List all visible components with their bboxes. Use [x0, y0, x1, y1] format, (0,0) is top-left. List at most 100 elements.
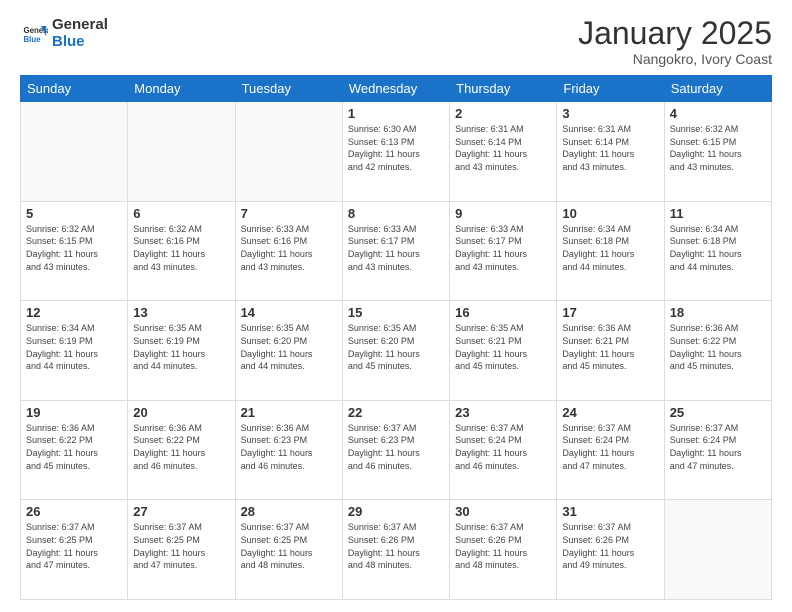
day-info: Sunrise: 6:36 AM Sunset: 6:21 PM Dayligh… [562, 322, 658, 372]
calendar-cell: 31Sunrise: 6:37 AM Sunset: 6:26 PM Dayli… [557, 500, 664, 600]
calendar-cell: 15 Sunrise: 6:35 AM Sunset: 6:20 PM Dayli… [342, 301, 449, 401]
calendar-cell: 18 Sunrise: 6:36 AM Sunset: 6:22 PM Dayli… [664, 301, 771, 401]
day-number: 29 [348, 504, 444, 519]
day-number: 4 [670, 106, 766, 121]
calendar-cell: 21 Sunrise: 6:36 AM Sunset: 6:23 PM Dayli… [235, 400, 342, 500]
day-of-week-header: Monday [128, 76, 235, 102]
calendar-cell: 23 Sunrise: 6:37 AM Sunset: 6:24 PM Dayli… [450, 400, 557, 500]
calendar-cell: 20Sunrise: 6:36 AM Sunset: 6:22 PM Dayli… [128, 400, 235, 500]
calendar-cell [21, 102, 128, 202]
day-info: Sunrise: 6:36 AM Sunset: 6:22 PM Dayligh… [26, 422, 122, 472]
day-info: Sunrise: 6:33 AM Sunset: 6:17 PM Dayligh… [348, 223, 444, 273]
calendar-cell: 4Sunrise: 6:32 AM Sunset: 6:15 PM Daylig… [664, 102, 771, 202]
calendar-cell: 17 Sunrise: 6:36 AM Sunset: 6:21 PM Dayli… [557, 301, 664, 401]
calendar-cell [128, 102, 235, 202]
day-info: Sunrise: 6:35 AM Sunset: 6:20 PM Dayligh… [241, 322, 337, 372]
location-subtitle: Nangokro, Ivory Coast [578, 51, 772, 67]
day-number: 2 [455, 106, 551, 121]
day-info: Sunrise: 6:37 AM Sunset: 6:26 PM Dayligh… [348, 521, 444, 571]
calendar-cell: 7 Sunrise: 6:33 AM Sunset: 6:16 PM Daylig… [235, 201, 342, 301]
calendar-week-row: 5 Sunrise: 6:32 AM Sunset: 6:15 PM Daylig… [21, 201, 772, 301]
day-info: Sunrise: 6:37 AM Sunset: 6:24 PM Dayligh… [562, 422, 658, 472]
day-number: 23 [455, 405, 551, 420]
day-info: Sunrise: 6:33 AM Sunset: 6:17 PM Dayligh… [455, 223, 551, 273]
day-info: Sunrise: 6:36 AM Sunset: 6:23 PM Dayligh… [241, 422, 337, 472]
day-of-week-header: Wednesday [342, 76, 449, 102]
calendar-cell: 5 Sunrise: 6:32 AM Sunset: 6:15 PM Daylig… [21, 201, 128, 301]
day-info: Sunrise: 6:37 AM Sunset: 6:24 PM Dayligh… [670, 422, 766, 472]
day-number: 18 [670, 305, 766, 320]
day-number: 13 [133, 305, 229, 320]
day-info: Sunrise: 6:34 AM Sunset: 6:18 PM Dayligh… [562, 223, 658, 273]
day-of-week-header: Tuesday [235, 76, 342, 102]
calendar-header-row: SundayMondayTuesdayWednesdayThursdayFrid… [21, 76, 772, 102]
day-number: 15 [348, 305, 444, 320]
day-of-week-header: Sunday [21, 76, 128, 102]
day-number: 22 [348, 405, 444, 420]
month-title: January 2025 [578, 16, 772, 51]
day-info: Sunrise: 6:35 AM Sunset: 6:20 PM Dayligh… [348, 322, 444, 372]
logo-line1: General [52, 16, 108, 33]
day-number: 6 [133, 206, 229, 221]
day-info: Sunrise: 6:35 AM Sunset: 6:21 PM Dayligh… [455, 322, 551, 372]
calendar-cell: 13Sunrise: 6:35 AM Sunset: 6:19 PM Dayli… [128, 301, 235, 401]
day-number: 5 [26, 206, 122, 221]
day-number: 7 [241, 206, 337, 221]
day-info: Sunrise: 6:32 AM Sunset: 6:15 PM Dayligh… [26, 223, 122, 273]
calendar-cell: 10 Sunrise: 6:34 AM Sunset: 6:18 PM Dayli… [557, 201, 664, 301]
day-number: 24 [562, 405, 658, 420]
day-number: 28 [241, 504, 337, 519]
day-number: 14 [241, 305, 337, 320]
calendar-cell [664, 500, 771, 600]
day-number: 9 [455, 206, 551, 221]
calendar-week-row: 19 Sunrise: 6:36 AM Sunset: 6:22 PM Dayli… [21, 400, 772, 500]
day-of-week-header: Saturday [664, 76, 771, 102]
day-info: Sunrise: 6:37 AM Sunset: 6:23 PM Dayligh… [348, 422, 444, 472]
day-info: Sunrise: 6:37 AM Sunset: 6:26 PM Dayligh… [562, 521, 658, 571]
day-info: Sunrise: 6:37 AM Sunset: 6:25 PM Dayligh… [241, 521, 337, 571]
day-info: Sunrise: 6:37 AM Sunset: 6:24 PM Dayligh… [455, 422, 551, 472]
calendar-week-row: 1 Sunrise: 6:30 AM Sunset: 6:13 PM Daylig… [21, 102, 772, 202]
day-info: Sunrise: 6:30 AM Sunset: 6:13 PM Dayligh… [348, 123, 444, 173]
day-info: Sunrise: 6:34 AM Sunset: 6:19 PM Dayligh… [26, 322, 122, 372]
calendar-cell: 14 Sunrise: 6:35 AM Sunset: 6:20 PM Dayli… [235, 301, 342, 401]
calendar-cell: 11 Sunrise: 6:34 AM Sunset: 6:18 PM Dayli… [664, 201, 771, 301]
calendar-cell: 29 Sunrise: 6:37 AM Sunset: 6:26 PM Dayli… [342, 500, 449, 600]
calendar-cell: 28 Sunrise: 6:37 AM Sunset: 6:25 PM Dayli… [235, 500, 342, 600]
calendar-cell: 3Sunrise: 6:31 AM Sunset: 6:14 PM Daylig… [557, 102, 664, 202]
day-number: 10 [562, 206, 658, 221]
day-info: Sunrise: 6:37 AM Sunset: 6:26 PM Dayligh… [455, 521, 551, 571]
calendar-week-row: 12 Sunrise: 6:34 AM Sunset: 6:19 PM Dayli… [21, 301, 772, 401]
calendar-cell: 2 Sunrise: 6:31 AM Sunset: 6:14 PM Daylig… [450, 102, 557, 202]
day-info: Sunrise: 6:34 AM Sunset: 6:18 PM Dayligh… [670, 223, 766, 273]
day-info: Sunrise: 6:33 AM Sunset: 6:16 PM Dayligh… [241, 223, 337, 273]
day-number: 21 [241, 405, 337, 420]
calendar-week-row: 26Sunrise: 6:37 AM Sunset: 6:25 PM Dayli… [21, 500, 772, 600]
day-number: 1 [348, 106, 444, 121]
page: General Blue General Blue January 2025 N… [0, 0, 792, 612]
day-number: 19 [26, 405, 122, 420]
logo-line2: Blue [52, 33, 108, 50]
calendar-cell: 12 Sunrise: 6:34 AM Sunset: 6:19 PM Dayli… [21, 301, 128, 401]
day-number: 8 [348, 206, 444, 221]
calendar-cell: 6 Sunrise: 6:32 AM Sunset: 6:16 PM Daylig… [128, 201, 235, 301]
day-number: 12 [26, 305, 122, 320]
calendar-cell: 1 Sunrise: 6:30 AM Sunset: 6:13 PM Daylig… [342, 102, 449, 202]
title-area: January 2025 Nangokro, Ivory Coast [578, 16, 772, 67]
calendar-cell: 30 Sunrise: 6:37 AM Sunset: 6:26 PM Dayli… [450, 500, 557, 600]
calendar-cell: 19 Sunrise: 6:36 AM Sunset: 6:22 PM Dayli… [21, 400, 128, 500]
day-number: 11 [670, 206, 766, 221]
calendar-cell: 9 Sunrise: 6:33 AM Sunset: 6:17 PM Daylig… [450, 201, 557, 301]
svg-text:Blue: Blue [24, 35, 42, 44]
day-info: Sunrise: 6:36 AM Sunset: 6:22 PM Dayligh… [670, 322, 766, 372]
day-info: Sunrise: 6:37 AM Sunset: 6:25 PM Dayligh… [26, 521, 122, 571]
calendar-cell: 26Sunrise: 6:37 AM Sunset: 6:25 PM Dayli… [21, 500, 128, 600]
header: General Blue General Blue January 2025 N… [20, 16, 772, 67]
day-number: 30 [455, 504, 551, 519]
day-number: 17 [562, 305, 658, 320]
day-info: Sunrise: 6:31 AM Sunset: 6:14 PM Dayligh… [455, 123, 551, 173]
calendar-cell: 24 Sunrise: 6:37 AM Sunset: 6:24 PM Dayli… [557, 400, 664, 500]
day-number: 27 [133, 504, 229, 519]
day-info: Sunrise: 6:32 AM Sunset: 6:16 PM Dayligh… [133, 223, 229, 273]
logo: General Blue General Blue [20, 16, 108, 51]
